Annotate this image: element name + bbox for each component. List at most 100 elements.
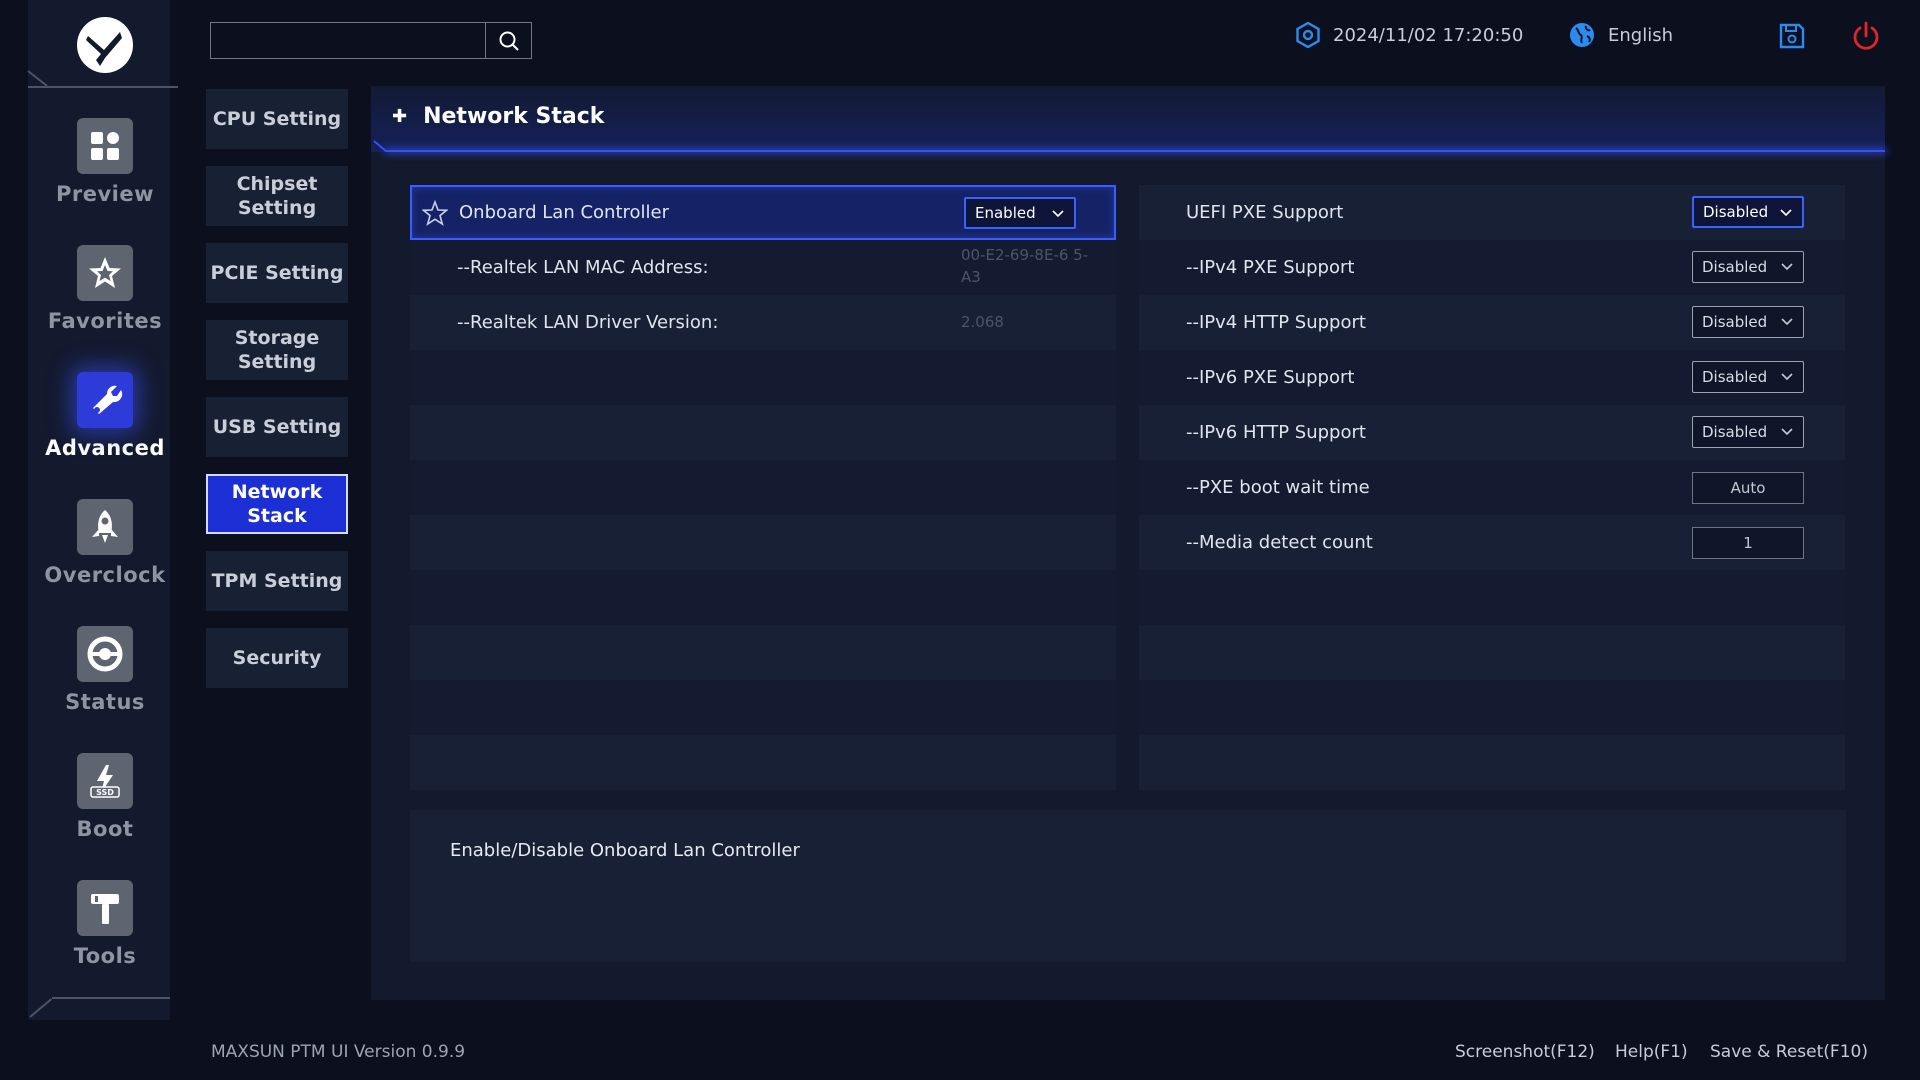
- globe-icon: [1570, 23, 1594, 47]
- chevron-down-icon: [1781, 318, 1793, 326]
- empty-row: [410, 735, 1116, 790]
- empty-row: [410, 625, 1116, 680]
- empty-row: [1139, 625, 1845, 680]
- setting-row-onboard-lan-controller[interactable]: Onboard Lan Controller Enabled: [410, 185, 1116, 240]
- nav-overclock[interactable]: Overclock: [28, 499, 182, 609]
- nav-boot-label: Boot: [76, 817, 134, 841]
- empty-row: [410, 460, 1116, 515]
- chevron-down-icon: [1781, 428, 1793, 436]
- power-icon: [1853, 21, 1879, 50]
- ipv4-http-support-dropdown[interactable]: Disabled: [1692, 306, 1804, 338]
- dropdown-value: Disabled: [1703, 203, 1769, 221]
- setting-row-ipv6-http-support[interactable]: --IPv6 HTTP Support Disabled: [1139, 405, 1845, 460]
- nav-preview[interactable]: Preview: [28, 118, 182, 228]
- maxsun-logo-icon: [74, 14, 136, 76]
- search-box: [210, 22, 532, 59]
- nav-favorites-label: Favorites: [47, 309, 163, 333]
- empty-row: [410, 570, 1116, 625]
- empty-row: [1139, 735, 1845, 790]
- version-text: MAXSUN PTM UI Version 0.9.9: [211, 1042, 466, 1062]
- submenu-storage-setting[interactable]: Storage Setting: [206, 320, 348, 380]
- submenu-network-stack[interactable]: Network Stack: [206, 474, 348, 534]
- chevron-down-icon: [1052, 210, 1064, 218]
- nav-overclock-label: Overclock: [44, 563, 166, 587]
- help-description-box: [410, 810, 1846, 962]
- setting-label: --IPv6 PXE Support: [1186, 367, 1355, 388]
- submenu-usb-setting[interactable]: USB Setting: [206, 397, 348, 457]
- nav-advanced[interactable]: Advanced: [28, 372, 182, 482]
- dropdown-value: Enabled: [975, 204, 1036, 222]
- setting-row-ipv4-pxe-support[interactable]: --IPv4 PXE Support Disabled: [1139, 240, 1845, 295]
- setting-label: UEFI PXE Support: [1186, 202, 1344, 223]
- rail-divider: [28, 86, 178, 88]
- clock-settings-icon: [1296, 22, 1320, 48]
- star-icon: [77, 245, 133, 301]
- search-input[interactable]: [211, 23, 485, 58]
- language-selector[interactable]: English: [1568, 20, 1673, 50]
- save-button[interactable]: [1776, 20, 1808, 52]
- hammer-icon: [77, 880, 133, 936]
- setting-label: --Realtek LAN MAC Address:: [457, 257, 709, 278]
- submenu-cpu-setting[interactable]: CPU Setting: [206, 89, 348, 149]
- search-icon: [499, 31, 519, 51]
- save-reset-button[interactable]: Save & Reset(F10): [1710, 1042, 1868, 1062]
- empty-row: [410, 350, 1116, 405]
- nav-status[interactable]: Status: [28, 626, 182, 736]
- setting-row-ipv6-pxe-support[interactable]: --IPv6 PXE Support Disabled: [1139, 350, 1845, 405]
- setting-label: Onboard Lan Controller: [459, 202, 670, 223]
- mac-address-value: 00-E2-69-8E-6 5-A3: [961, 246, 1089, 286]
- setting-row-realtek-mac-address: --Realtek LAN MAC Address: 00-E2-69-8E-6…: [410, 240, 1116, 295]
- dropdown-value: Disabled: [1702, 258, 1768, 276]
- screenshot-button[interactable]: Screenshot(F12): [1455, 1042, 1595, 1062]
- submenu-tpm-setting[interactable]: TPM Setting: [206, 551, 348, 611]
- ipv6-pxe-support-dropdown[interactable]: Disabled: [1692, 361, 1804, 393]
- page-title: ✚ Network Stack: [392, 104, 604, 129]
- setting-label: --IPv4 HTTP Support: [1186, 312, 1366, 333]
- rail-divider: [52, 997, 170, 999]
- datetime-text: 2024/11/02 17:20:50: [1333, 24, 1524, 46]
- dropdown-value: Disabled: [1702, 423, 1768, 441]
- favorite-star-icon[interactable]: [422, 200, 448, 226]
- page-title-text: Network Stack: [423, 104, 605, 129]
- setting-label: --PXE boot wait time: [1186, 477, 1370, 498]
- setting-label: --Media detect count: [1186, 532, 1373, 553]
- empty-row: [410, 515, 1116, 570]
- pxe-boot-wait-time-input[interactable]: Auto: [1692, 472, 1804, 504]
- language-text: English: [1608, 24, 1673, 46]
- gauge-icon: [77, 626, 133, 682]
- plus-icon: ✚: [392, 106, 408, 127]
- ipv6-http-support-dropdown[interactable]: Disabled: [1692, 416, 1804, 448]
- setting-label: --IPv6 HTTP Support: [1186, 422, 1366, 443]
- empty-row: [410, 680, 1116, 735]
- media-detect-count-input[interactable]: 1: [1692, 527, 1804, 559]
- empty-row: [1139, 570, 1845, 625]
- wrench-icon: [77, 372, 133, 428]
- empty-row: [1139, 680, 1845, 735]
- setting-row-media-detect-count[interactable]: --Media detect count 1: [1139, 515, 1845, 570]
- nav-tools[interactable]: Tools: [28, 880, 182, 990]
- grid-icon: [77, 118, 133, 174]
- datetime-display: 2024/11/02 17:20:50: [1295, 20, 1523, 50]
- submenu-pcie-setting[interactable]: PCIE Setting: [206, 243, 348, 303]
- svg-text:SSD: SSD: [96, 788, 114, 797]
- ipv4-pxe-support-dropdown[interactable]: Disabled: [1692, 251, 1804, 283]
- dropdown-value: Disabled: [1702, 368, 1768, 386]
- ssd-icon: SSD: [77, 753, 133, 809]
- power-button[interactable]: [1850, 20, 1882, 52]
- search-button[interactable]: [485, 23, 531, 58]
- setting-label: --IPv4 PXE Support: [1186, 257, 1355, 278]
- help-button[interactable]: Help(F1): [1615, 1042, 1688, 1062]
- setting-row-uefi-pxe-support[interactable]: UEFI PXE Support Disabled: [1139, 185, 1845, 240]
- setting-row-pxe-boot-wait-time[interactable]: --PXE boot wait time Auto: [1139, 460, 1845, 515]
- nav-boot[interactable]: SSD Boot: [28, 753, 182, 863]
- chevron-down-icon: [1781, 373, 1793, 381]
- onboard-lan-controller-dropdown[interactable]: Enabled: [964, 197, 1076, 229]
- setting-row-ipv4-http-support[interactable]: --IPv4 HTTP Support Disabled: [1139, 295, 1845, 350]
- uefi-pxe-support-dropdown[interactable]: Disabled: [1692, 196, 1804, 228]
- rocket-icon: [77, 499, 133, 555]
- submenu-chipset-setting[interactable]: Chipset Setting: [206, 166, 348, 226]
- nav-preview-label: Preview: [55, 182, 155, 206]
- setting-row-realtek-driver-version: --Realtek LAN Driver Version: 2.068: [410, 295, 1116, 350]
- submenu-security[interactable]: Security: [206, 628, 348, 688]
- nav-favorites[interactable]: Favorites: [28, 245, 182, 355]
